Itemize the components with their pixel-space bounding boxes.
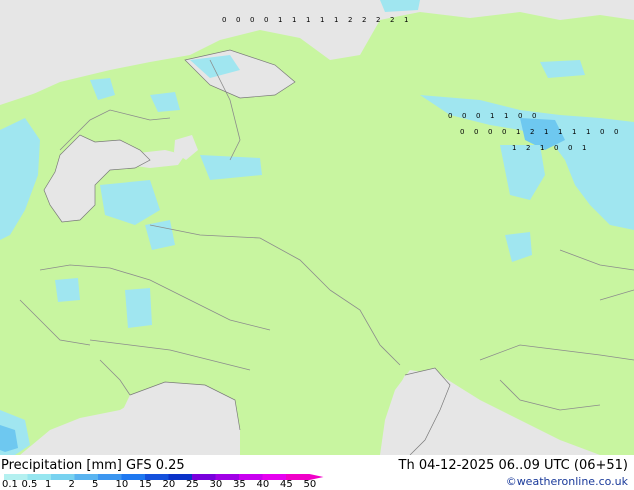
station-value: 0 bbox=[600, 128, 604, 136]
station-value: 1 bbox=[334, 16, 338, 24]
colorbar-tick-label: 15 bbox=[139, 479, 152, 490]
colorbar-tick-label: 50 bbox=[303, 479, 317, 490]
station-value: 0 bbox=[264, 16, 268, 24]
station-value: 0 bbox=[222, 16, 226, 24]
colorbar-tick-label: 1 bbox=[45, 479, 52, 490]
station-value: 0 bbox=[488, 128, 492, 136]
station-value: 0 bbox=[554, 144, 558, 152]
station-value: 1 bbox=[512, 144, 516, 152]
colorbar-tick-label: 30 bbox=[209, 479, 223, 490]
station-value: 0 bbox=[474, 128, 478, 136]
station-value: 0 bbox=[250, 16, 254, 24]
station-value: 1 bbox=[504, 112, 508, 120]
map-title: Precipitation [mm] GFS 0.25 bbox=[1, 458, 185, 473]
station-value: 0 bbox=[518, 112, 522, 120]
precipitation-map: 0 0 0 0 1 1 1 1 1 2 2 2 2 10 0 0 1 1 0 00 0 0 0 1 2 1 1 1 1 0 01 2 1 0 0 1 bbox=[0, 0, 634, 455]
station-value: 1 bbox=[306, 16, 310, 24]
station-value: 0 bbox=[236, 16, 240, 24]
station-value: 1 bbox=[490, 112, 494, 120]
station-value: 0 bbox=[460, 128, 464, 136]
station-value: 2 bbox=[362, 16, 366, 24]
station-value: 1 bbox=[404, 16, 408, 24]
colorbar-tick-label: 25 bbox=[186, 479, 199, 490]
station-value: 2 bbox=[530, 128, 534, 136]
colorbar-tick-label: 45 bbox=[280, 479, 293, 490]
station-value: 1 bbox=[516, 128, 520, 136]
colorbar-tick-label: 20 bbox=[162, 479, 176, 490]
station-value: 0 bbox=[502, 128, 506, 136]
station-value: 2 bbox=[376, 16, 380, 24]
station-value: 1 bbox=[320, 16, 324, 24]
weather-map-panel: 000011111222210001100000012111100121001 … bbox=[0, 0, 634, 490]
station-value: 0 bbox=[614, 128, 618, 136]
station-value: 2 bbox=[390, 16, 394, 24]
colorbar-tick-label: 35 bbox=[233, 479, 246, 490]
colorbar-tick-label: 5 bbox=[92, 479, 99, 490]
station-value: 1 bbox=[572, 128, 576, 136]
station-value: 2 bbox=[348, 16, 352, 24]
credit-link[interactable]: ©weatheronline.co.uk bbox=[506, 475, 628, 488]
station-value: 1 bbox=[586, 128, 590, 136]
station-value: 2 bbox=[526, 144, 530, 152]
valid-time: Th 04-12-2025 06..09 UTC (06+51) bbox=[398, 458, 629, 473]
colorbar-tick-label: 40 bbox=[256, 479, 270, 490]
station-value: 1 bbox=[582, 144, 586, 152]
station-value: 1 bbox=[540, 144, 544, 152]
station-value: 0 bbox=[532, 112, 536, 120]
colorbar-tick-label: 0.5 bbox=[21, 479, 38, 490]
station-value: 0 bbox=[476, 112, 480, 120]
station-value: 0 bbox=[448, 112, 452, 120]
station-value: 1 bbox=[558, 128, 562, 136]
station-value: 0 bbox=[462, 112, 466, 120]
colorbar-tick-label: 10 bbox=[115, 479, 129, 490]
colorbar-tick-label: 2 bbox=[68, 479, 75, 490]
station-value: 0 bbox=[568, 144, 572, 152]
station-value: 1 bbox=[544, 128, 548, 136]
land-mass-eurasia bbox=[0, 12, 634, 455]
station-value: 1 bbox=[292, 16, 296, 24]
station-value: 1 bbox=[278, 16, 282, 24]
colorbar-tick-label: 0.1 bbox=[2, 479, 18, 490]
